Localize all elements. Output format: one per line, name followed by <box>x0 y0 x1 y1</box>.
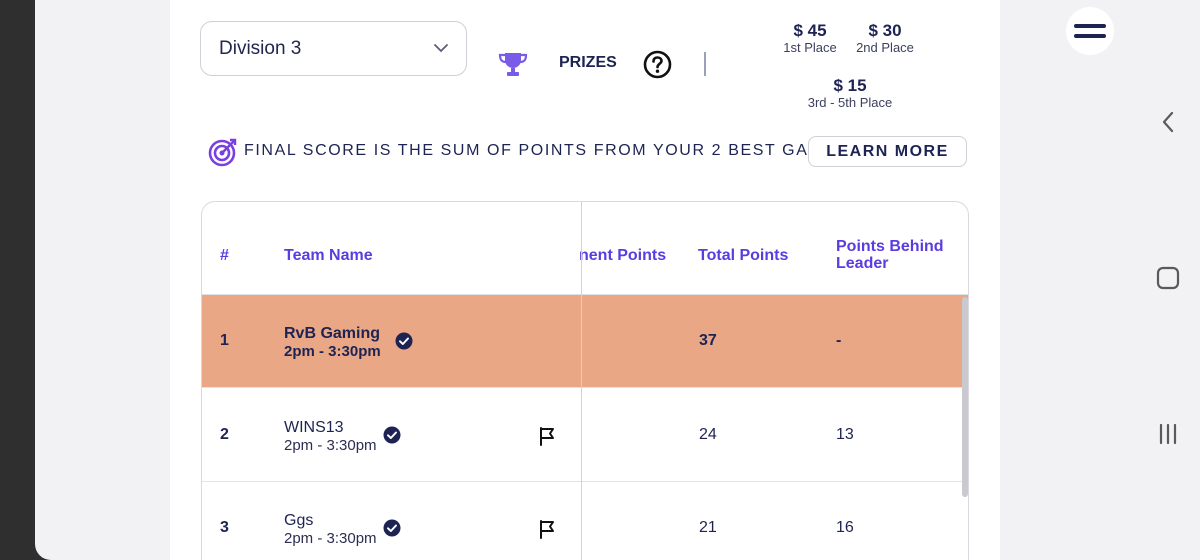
row-team: WINS13 2pm - 3:30pm <box>284 418 377 455</box>
table-row[interactable]: 1 RvB Gaming 2pm - 3:30pm 37 - <box>202 295 968 388</box>
row-total-points: 24 <box>699 426 717 443</box>
flag-icon[interactable] <box>538 426 556 446</box>
row-total-points: 37 <box>699 332 717 349</box>
menu-line-icon <box>1074 34 1106 38</box>
team-name[interactable]: Ggs <box>284 511 377 530</box>
team-time: 2pm - 3:30pm <box>284 437 377 454</box>
divider <box>704 52 706 76</box>
team-name[interactable]: RvB Gaming <box>284 324 381 343</box>
row-total-points: 21 <box>699 519 717 536</box>
header-team-name[interactable]: Team Name <box>284 247 373 264</box>
hamburger-menu-button[interactable] <box>1066 7 1114 55</box>
menu-line-icon <box>1074 24 1106 28</box>
row-team: Ggs 2pm - 3:30pm <box>284 511 377 548</box>
row-team: RvB Gaming 2pm - 3:30pm <box>284 324 381 361</box>
back-icon[interactable] <box>1160 110 1176 134</box>
row-rank: 3 <box>220 519 229 536</box>
table-row[interactable]: 2 WINS13 2pm - 3:30pm 24 13 <box>202 389 968 482</box>
header-points-behind-line2: Leader <box>836 255 889 272</box>
division-select[interactable]: Division 3 <box>200 21 467 76</box>
leaderboard-table: # Team Name nent Points Total Points Poi… <box>201 201 969 560</box>
header-points-behind-leader[interactable]: Points Behind Leader <box>836 238 944 272</box>
android-nav-bar <box>1135 0 1200 560</box>
team-time: 2pm - 3:30pm <box>284 343 381 360</box>
prize-second-place: 2nd Place <box>856 40 914 55</box>
home-icon[interactable] <box>1156 266 1180 290</box>
chevron-down-icon <box>434 44 448 53</box>
row-rank: 2 <box>220 426 229 443</box>
flag-icon[interactable] <box>538 519 556 539</box>
prize-third-place: 3rd - 5th Place <box>807 95 893 110</box>
header-tournament-points[interactable]: nent Points <box>579 247 666 264</box>
verified-check-icon <box>383 519 401 537</box>
prize-second-amount: $ 30 <box>868 21 902 40</box>
row-points-behind: 13 <box>836 426 854 443</box>
team-name[interactable]: WINS13 <box>284 418 377 437</box>
target-icon <box>208 138 237 167</box>
header-rank: # <box>220 247 229 264</box>
row-points-behind: 16 <box>836 519 854 536</box>
recents-icon[interactable] <box>1157 423 1179 445</box>
prize-first-place: 1st Place <box>783 40 837 55</box>
team-time: 2pm - 3:30pm <box>284 530 377 547</box>
table-row[interactable]: 3 Ggs 2pm - 3:30pm 21 16 <box>202 482 968 560</box>
prize-first: $ 45 1st Place <box>778 21 842 56</box>
scoring-notice: FINAL SCORE IS THE SUM OF POINTS FROM YO… <box>244 142 854 159</box>
frozen-column-divider <box>581 202 582 560</box>
table-scrollbar[interactable] <box>962 297 968 497</box>
prize-third-amount: $ 15 <box>833 76 867 95</box>
header-points-behind-line1: Points Behind <box>836 238 944 255</box>
prize-first-amount: $ 45 <box>793 21 827 40</box>
learn-more-button[interactable]: LEARN MORE <box>808 136 967 167</box>
trophy-icon <box>498 53 528 76</box>
header-total-points[interactable]: Total Points <box>698 247 788 264</box>
prize-second: $ 30 2nd Place <box>852 21 918 56</box>
verified-check-icon <box>383 426 401 444</box>
prize-third: $ 15 3rd - 5th Place <box>800 76 900 111</box>
division-select-value: Division 3 <box>219 37 302 59</box>
row-rank: 1 <box>220 332 229 349</box>
table-header: # Team Name nent Points Total Points Poi… <box>202 202 968 295</box>
prizes-label[interactable]: PRIZES <box>559 54 617 72</box>
verified-check-icon <box>395 332 413 350</box>
row-points-behind: - <box>836 332 842 349</box>
help-question-icon[interactable] <box>643 50 672 79</box>
